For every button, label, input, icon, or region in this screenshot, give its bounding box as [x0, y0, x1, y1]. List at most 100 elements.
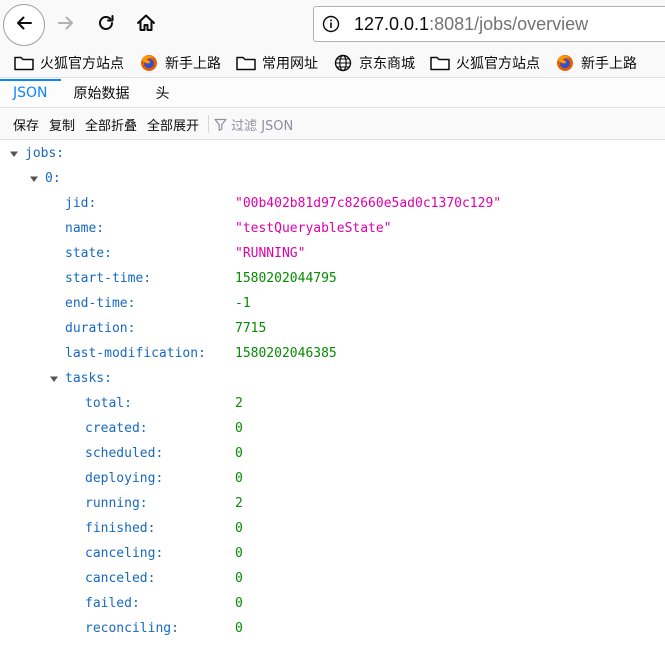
bookmark-item[interactable]: 火狐官方站点 — [14, 51, 124, 75]
tree-row[interactable]: duration: 7715 — [0, 316, 665, 341]
json-value: 2 — [235, 396, 243, 411]
url-path: :8081/jobs/overview — [429, 13, 589, 34]
caret-down-icon[interactable] — [29, 174, 39, 184]
json-key: 0: — [45, 171, 61, 186]
json-key: reconciling: — [85, 621, 179, 636]
tree-row[interactable]: scheduled: 0 — [0, 441, 665, 466]
tree-row-tasks[interactable]: tasks: — [0, 366, 665, 391]
json-key: last-modification: — [65, 346, 206, 361]
json-value: "testQueryableState" — [235, 221, 392, 236]
tree-row[interactable]: state: "RUNNING" — [0, 241, 665, 266]
tree-row[interactable]: finished: 0 — [0, 516, 665, 541]
tree-row-item-0[interactable]: 0: — [0, 166, 665, 191]
caret-down-icon[interactable] — [49, 374, 59, 384]
json-key: start-time: — [65, 271, 152, 286]
tree-row[interactable]: created: 0 — [0, 416, 665, 441]
tree-row[interactable]: reconciling: 0 — [0, 616, 665, 641]
filter-placeholder: 过滤 JSON — [231, 118, 294, 134]
json-value: 0 — [235, 596, 243, 611]
navigation-bar: 127.0.0.1:8081/jobs/overview — [0, 0, 665, 48]
arrow-left-icon — [14, 13, 34, 37]
json-key: deploying: — [85, 471, 164, 486]
json-toolbar: 保存 复制 全部折叠 全部展开 过滤 JSON — [0, 109, 665, 140]
reload-icon — [96, 13, 116, 37]
info-icon[interactable] — [322, 15, 340, 33]
tree-row[interactable]: failed: 0 — [0, 591, 665, 616]
tree-row-jobs[interactable]: jobs: — [0, 141, 665, 166]
json-value: "RUNNING" — [235, 246, 306, 261]
collapse-all-button[interactable]: 全部折叠 — [80, 113, 142, 135]
tree-row[interactable]: running: 2 — [0, 491, 665, 516]
bookmark-label: 新手上路 — [581, 55, 637, 72]
json-value: -1 — [235, 296, 251, 311]
caret-down-icon[interactable] — [9, 149, 19, 159]
json-value: 0 — [235, 546, 243, 561]
json-key: canceled: — [85, 571, 156, 586]
folder-icon — [430, 54, 450, 72]
save-button[interactable]: 保存 — [8, 113, 44, 135]
bookmark-item[interactable]: 京东商城 — [333, 51, 415, 75]
tab-json[interactable]: JSON — [0, 79, 61, 107]
bookmark-label: 新手上路 — [165, 55, 221, 72]
folder-icon — [236, 54, 256, 72]
bookmark-item[interactable]: 常用网址 — [236, 51, 318, 75]
bookmark-label: 火狐官方站点 — [456, 55, 540, 72]
json-value: 0 — [235, 621, 243, 636]
tree-row[interactable]: end-time: -1 — [0, 291, 665, 316]
back-button[interactable] — [3, 4, 45, 46]
json-value: 0 — [235, 421, 243, 436]
json-key: duration: — [65, 321, 136, 336]
bookmark-label: 火狐官方站点 — [40, 55, 124, 72]
json-value: "00b402b81d97c82660e5ad0c1370c129" — [235, 196, 502, 211]
json-key: running: — [85, 496, 148, 511]
forward-button[interactable] — [50, 9, 82, 41]
filter-icon — [213, 117, 227, 131]
json-value: 7715 — [235, 321, 267, 336]
json-value: 2 — [235, 496, 243, 511]
json-key: scheduled: — [85, 446, 164, 461]
json-value: 0 — [235, 446, 243, 461]
filter-json-input[interactable]: 过滤 JSON — [213, 115, 293, 134]
home-icon — [135, 12, 157, 38]
firefox-icon — [139, 54, 159, 72]
folder-icon — [14, 54, 34, 72]
tree-row[interactable]: start-time: 1580202044795 — [0, 266, 665, 291]
bookmark-item[interactable]: 新手上路 — [555, 51, 637, 75]
tree-row[interactable]: canceled: 0 — [0, 566, 665, 591]
expand-all-button[interactable]: 全部展开 — [142, 113, 204, 135]
globe-icon — [333, 54, 353, 72]
json-key: total: — [85, 396, 132, 411]
bookmark-label: 京东商城 — [359, 55, 415, 72]
json-key: finished: — [85, 521, 156, 536]
url-bar[interactable]: 127.0.0.1:8081/jobs/overview — [313, 6, 665, 42]
json-key: name: — [65, 221, 105, 236]
bookmark-item[interactable]: 新手上路 — [139, 51, 221, 75]
tab-headers[interactable]: 头 — [143, 79, 183, 107]
json-key: end-time: — [65, 296, 136, 311]
tree-row[interactable]: deploying: 0 — [0, 466, 665, 491]
toolbar-divider — [208, 115, 210, 133]
tree-row[interactable]: jid: "00b402b81d97c82660e5ad0c1370c129" — [0, 191, 665, 216]
json-key: canceling: — [85, 546, 164, 561]
json-key: failed: — [85, 596, 140, 611]
tree-row[interactable]: total: 2 — [0, 391, 665, 416]
copy-button[interactable]: 复制 — [44, 113, 80, 135]
json-key: state: — [65, 246, 112, 261]
arrow-right-icon — [56, 13, 76, 37]
tree-row[interactable]: canceling: 0 — [0, 541, 665, 566]
bookmark-label: 常用网址 — [262, 55, 318, 72]
tree-row[interactable]: last-modification: 1580202046385 — [0, 341, 665, 366]
json-value: 0 — [235, 471, 243, 486]
json-key: jid: — [65, 196, 97, 211]
json-key: created: — [85, 421, 148, 436]
json-value: 1580202044795 — [235, 271, 337, 286]
json-value: 0 — [235, 571, 243, 586]
tab-raw-data[interactable]: 原始数据 — [61, 79, 143, 107]
reload-button[interactable] — [90, 9, 122, 41]
bookmark-item[interactable]: 火狐官方站点 — [430, 51, 540, 75]
json-value: 1580202046385 — [235, 346, 337, 361]
viewer-tabs: JSON 原始数据 头 — [0, 79, 665, 108]
url-text[interactable]: 127.0.0.1:8081/jobs/overview — [354, 14, 588, 35]
home-button[interactable] — [130, 9, 162, 41]
tree-row[interactable]: name: "testQueryableState" — [0, 216, 665, 241]
